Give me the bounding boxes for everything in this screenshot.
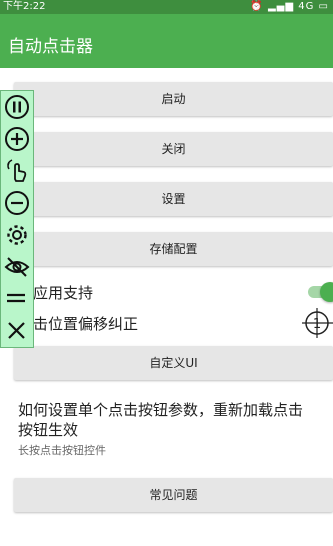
- remove-icon[interactable]: [3, 189, 31, 217]
- status-bar: 下午2:22 ⏰ ▂▄▆ 4G ▭: [0, 0, 333, 14]
- crosshair-target-icon[interactable]: 1: [300, 307, 333, 340]
- app-title: 自动点击器: [8, 37, 93, 57]
- close-button[interactable]: 关闭: [14, 132, 333, 166]
- toggle-thumb[interactable]: [320, 282, 333, 302]
- save-config-button[interactable]: 存储配置: [14, 232, 333, 266]
- help-tip-title-line1: 如何设置单个点击按钮参数，重新加载点击: [18, 401, 304, 419]
- help-tip-subtitle: 长按点击按钮控件: [18, 444, 106, 457]
- help-tip[interactable]: 如何设置单个点击按钮参数，重新加载点击 按钮生效 长按点击按钮控件: [18, 400, 333, 458]
- offset-correction-label: 点击位置偏移纠正: [18, 315, 139, 333]
- eye-off-icon[interactable]: [3, 253, 31, 281]
- status-icons: ⏰ ▂▄▆ 4G ▭: [250, 0, 329, 14]
- pause-icon[interactable]: [3, 93, 31, 121]
- custom-ui-button[interactable]: 自定义UI: [14, 346, 333, 380]
- alarm-icon: ⏰: [250, 1, 264, 12]
- close-icon[interactable]: [3, 317, 31, 345]
- start-button[interactable]: 启动: [14, 82, 333, 116]
- status-time: 下午2:22: [3, 1, 46, 12]
- add-icon[interactable]: [3, 125, 31, 153]
- 4g-icon: 4G: [298, 1, 315, 12]
- gear-icon[interactable]: [3, 221, 31, 249]
- tap-gesture-icon[interactable]: [3, 157, 31, 185]
- drag-handle-icon[interactable]: [3, 285, 31, 313]
- help-tip-title-line2: 按钮生效: [18, 421, 79, 439]
- settings-button[interactable]: 设置: [14, 182, 333, 216]
- battery-icon: ▭: [318, 1, 329, 12]
- floating-toolbar[interactable]: [0, 90, 34, 348]
- signal-icon: ▂▄▆: [267, 1, 295, 12]
- faq-button[interactable]: 常见问题: [14, 478, 333, 512]
- app-bar: 自动点击器: [0, 14, 333, 68]
- crosshair-number: 1: [313, 317, 321, 332]
